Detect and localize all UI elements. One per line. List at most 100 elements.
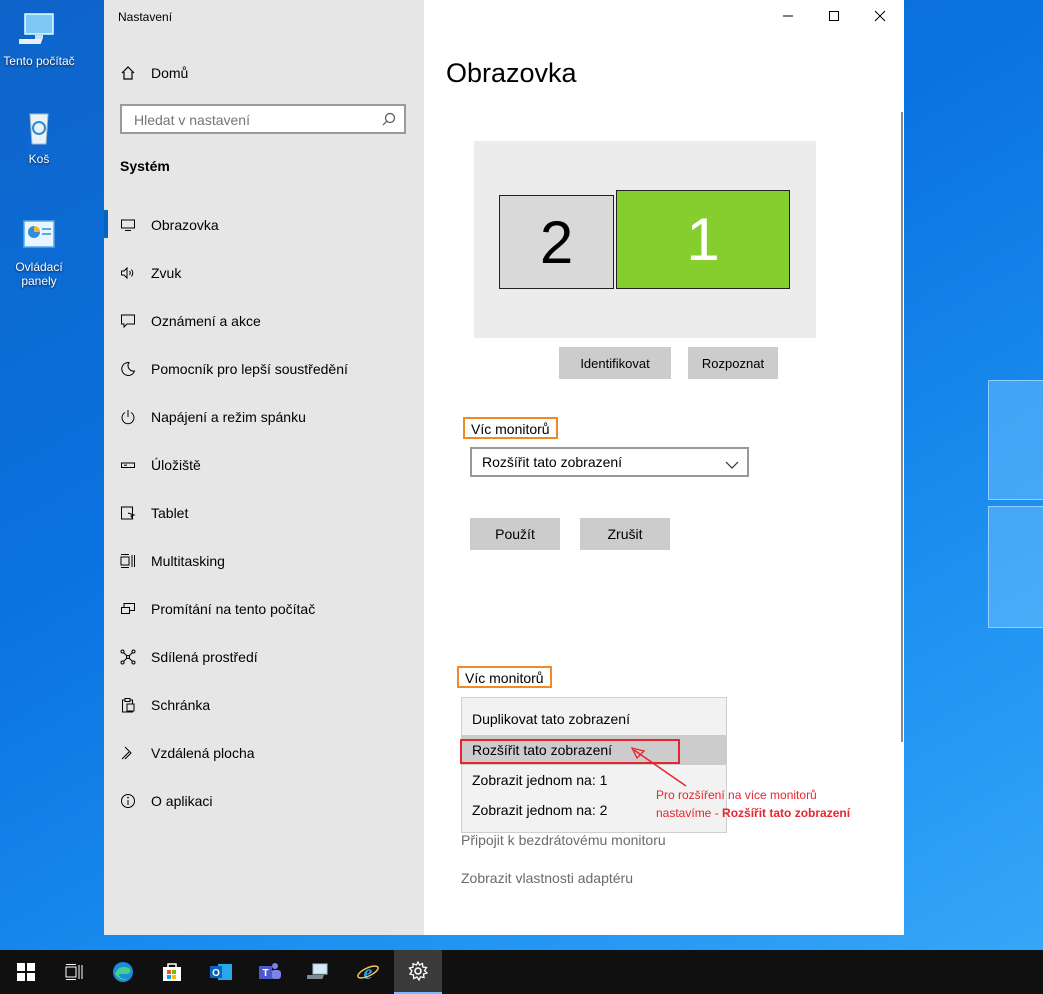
teams-icon: T bbox=[259, 963, 281, 979]
search-input[interactable] bbox=[132, 106, 376, 134]
desktop-icon-label: Tento počítač bbox=[3, 54, 75, 68]
sidebar-item-sound[interactable]: Zvuk bbox=[104, 253, 424, 293]
minimize-button[interactable] bbox=[765, 0, 811, 32]
annotation-line-1: Pro rozšíření na více monitorů bbox=[656, 788, 817, 802]
multiple-displays-select[interactable]: Rozšířit tato zobrazení bbox=[470, 447, 749, 477]
notification-icon bbox=[120, 313, 136, 329]
start-button[interactable] bbox=[2, 950, 50, 994]
monitor-2-tile[interactable]: 2 bbox=[499, 195, 614, 289]
ie-icon: e bbox=[357, 962, 379, 984]
apply-button[interactable]: Použít bbox=[470, 518, 560, 550]
annotation-prefix: nastavíme - bbox=[656, 806, 723, 820]
multitasking-icon bbox=[120, 553, 136, 569]
taskbar: O T e bbox=[0, 950, 1043, 994]
projecting-icon bbox=[120, 601, 136, 617]
sidebar-item-label: Domů bbox=[151, 65, 189, 81]
page-title: Obrazovka bbox=[446, 58, 577, 88]
recycle-bin-icon bbox=[19, 108, 59, 148]
speaker-icon bbox=[120, 265, 136, 281]
close-icon bbox=[874, 10, 886, 22]
tablet-icon bbox=[120, 505, 136, 521]
store-icon bbox=[163, 963, 181, 981]
sidebar-item-label: Napájení a režim spánku bbox=[151, 409, 306, 425]
desktop-icon-label: Ovládací panely bbox=[15, 260, 63, 288]
monitor-arrangement: 2 1 bbox=[474, 141, 816, 338]
task-view-icon bbox=[65, 964, 83, 980]
monitor-number: 1 bbox=[686, 206, 720, 273]
sidebar-item-label: Oznámení a akce bbox=[151, 313, 261, 329]
maximize-icon bbox=[829, 11, 839, 21]
storage-icon bbox=[120, 457, 136, 473]
sidebar-item-focus-assist[interactable]: Pomocník pro lepší soustředění bbox=[104, 349, 424, 389]
sidebar-item-label: Úložiště bbox=[151, 457, 201, 473]
maximize-button[interactable] bbox=[811, 0, 857, 32]
settings-taskbar-button[interactable] bbox=[394, 950, 442, 994]
outlook-taskbar-button[interactable]: O bbox=[197, 950, 245, 994]
sidebar-item-home[interactable]: Domů bbox=[104, 53, 424, 93]
moon-icon bbox=[120, 361, 136, 377]
identify-button[interactable]: Identifikovat bbox=[559, 347, 671, 379]
sidebar-item-clipboard[interactable]: Schránka bbox=[104, 685, 424, 725]
start-icon bbox=[17, 963, 35, 981]
sidebar-item-display[interactable]: Obrazovka bbox=[104, 205, 424, 245]
sidebar-item-power[interactable]: Napájení a režim spánku bbox=[104, 397, 424, 437]
annotation-text: Pro rozšíření na více monitorů nastavíme… bbox=[656, 786, 850, 822]
annotation-arrow-icon bbox=[630, 747, 687, 787]
dropdown-option-duplicate[interactable]: Duplikovat tato zobrazení bbox=[462, 704, 726, 734]
multiple-displays-label-2: Víc monitorů bbox=[457, 666, 552, 688]
select-value: Rozšířit tato zobrazení bbox=[482, 454, 623, 470]
connect-wireless-display-link[interactable]: Připojit k bezdrátovému monitoru bbox=[461, 832, 666, 848]
sidebar-item-label: Obrazovka bbox=[151, 217, 219, 233]
windows-wallpaper-logo bbox=[960, 380, 1043, 640]
home-icon bbox=[120, 65, 136, 81]
desktop-icon-recycle-bin[interactable]: Koš bbox=[0, 108, 78, 166]
sidebar-item-label: Tablet bbox=[151, 505, 189, 521]
desktop-icon-this-pc[interactable]: Tento počítač bbox=[0, 10, 78, 68]
edge-icon bbox=[113, 962, 133, 982]
sidebar-item-label: Schránka bbox=[151, 697, 211, 713]
sidebar-item-label: Promítání na tento počítač bbox=[151, 601, 316, 617]
clipboard-icon bbox=[120, 697, 136, 713]
outlook-icon: O bbox=[210, 964, 232, 980]
monitor-1-tile[interactable]: 1 bbox=[616, 190, 790, 289]
annotation-line-2: nastavíme - Rozšířit tato zobrazení bbox=[656, 804, 850, 822]
sidebar-item-about[interactable]: O aplikaci bbox=[104, 781, 424, 821]
desktop-icon-label: Koš bbox=[28, 152, 50, 166]
edge-taskbar-button[interactable] bbox=[99, 950, 147, 994]
display-adapter-properties-link[interactable]: Zobrazit vlastnosti adaptéru bbox=[461, 870, 633, 886]
search-box[interactable] bbox=[120, 104, 406, 134]
sidebar-item-label: Multitasking bbox=[151, 553, 225, 569]
sidebar-item-projecting[interactable]: Promítání na tento počítač bbox=[104, 589, 424, 629]
task-view-button[interactable] bbox=[50, 950, 98, 994]
monitor-icon bbox=[120, 217, 136, 233]
svg-text:e: e bbox=[364, 962, 373, 984]
sidebar-item-storage[interactable]: Úložiště bbox=[104, 445, 424, 485]
sidebar-item-label: O aplikaci bbox=[151, 793, 213, 809]
network-icon bbox=[307, 963, 328, 979]
cancel-button[interactable]: Zrušit bbox=[580, 518, 670, 550]
sidebar-item-label: Vzdálená plocha bbox=[151, 745, 255, 761]
svg-text:T: T bbox=[262, 968, 268, 979]
ie-taskbar-button[interactable]: e bbox=[344, 950, 392, 994]
settings-icon bbox=[408, 961, 428, 981]
window-title: Nastavení bbox=[118, 10, 173, 24]
settings-sidebar: Nastavení Domů Systém Obrazovka Zvuk Ozn… bbox=[104, 0, 424, 935]
sidebar-item-multitasking[interactable]: Multitasking bbox=[104, 541, 424, 581]
scrollbar[interactable] bbox=[901, 112, 903, 742]
desktop-icon-control-panel[interactable]: Ovládací panely bbox=[0, 216, 78, 288]
search-icon bbox=[382, 112, 396, 129]
control-panel-icon bbox=[19, 216, 59, 256]
sidebar-item-remote-desktop[interactable]: Vzdálená plocha bbox=[104, 733, 424, 773]
chevron-down-icon bbox=[725, 454, 739, 480]
teams-taskbar-button[interactable]: T bbox=[246, 950, 294, 994]
sidebar-item-notifications[interactable]: Oznámení a akce bbox=[104, 301, 424, 341]
sidebar-item-tablet[interactable]: Tablet bbox=[104, 493, 424, 533]
detect-button[interactable]: Rozpoznat bbox=[688, 347, 778, 379]
info-icon bbox=[120, 793, 136, 809]
remote-desktop-icon bbox=[120, 745, 136, 761]
store-taskbar-button[interactable] bbox=[148, 950, 196, 994]
network-taskbar-button[interactable] bbox=[295, 950, 343, 994]
sidebar-item-shared-experiences[interactable]: Sdílená prostředí bbox=[104, 637, 424, 677]
close-button[interactable] bbox=[857, 0, 903, 32]
sidebar-item-label: Zvuk bbox=[151, 265, 182, 281]
